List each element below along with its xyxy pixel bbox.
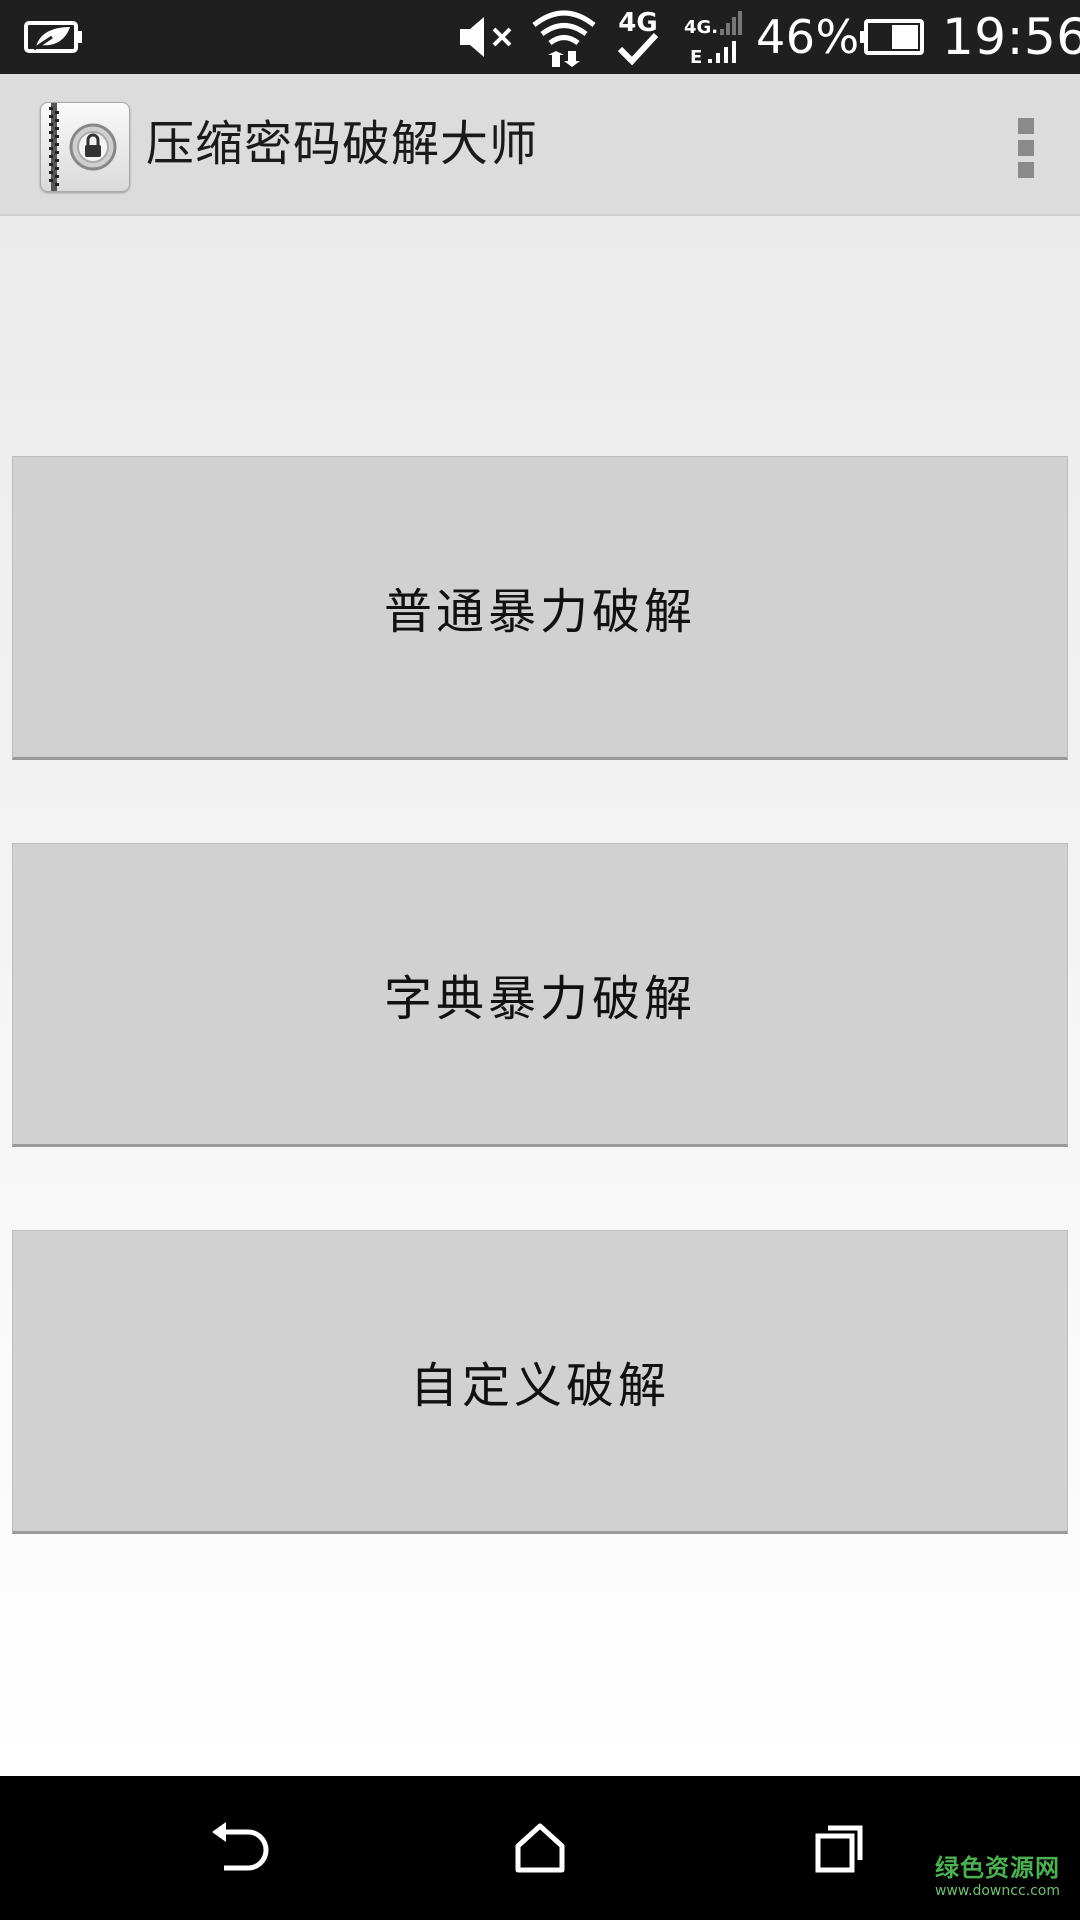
svg-text:4G: 4G — [618, 8, 657, 38]
4g-icon: 4G — [612, 0, 664, 74]
watermark: 绿色资源网 www.downcc.com — [935, 1856, 1060, 1898]
navigation-bar — [0, 1776, 1080, 1920]
svg-text:4G.: 4G. — [684, 17, 718, 38]
back-icon[interactable] — [200, 1808, 280, 1888]
signal-icon: 4G. E — [682, 0, 742, 74]
action-bar: 压缩密码破解大师 — [0, 74, 1080, 216]
screen: 4G 4G. E 46% 19:56 压缩密码破解大师 普通暴力破解 字典暴力破… — [0, 0, 1080, 1920]
svg-text:E: E — [690, 47, 702, 67]
battery-saver-icon — [22, 0, 86, 74]
dictionary-brute-force-button[interactable]: 字典暴力破解 — [12, 843, 1068, 1147]
status-bar: 4G 4G. E 46% 19:56 — [0, 0, 1080, 74]
normal-brute-force-button[interactable]: 普通暴力破解 — [12, 456, 1068, 760]
home-icon[interactable] — [500, 1808, 580, 1888]
overflow-menu-icon[interactable] — [1018, 118, 1034, 178]
watermark-text: 绿色资源网 — [935, 1854, 1060, 1882]
custom-crack-button[interactable]: 自定义破解 — [12, 1230, 1068, 1534]
clock-time: 19:56 — [942, 8, 1080, 66]
battery-percent: 46% — [756, 10, 860, 64]
recents-icon[interactable] — [800, 1808, 880, 1888]
watermark-url: www.downcc.com — [934, 1883, 1060, 1899]
battery-icon — [858, 0, 926, 74]
app-title: 压缩密码破解大师 — [146, 116, 539, 172]
wifi-icon — [530, 0, 598, 74]
mute-icon — [456, 0, 520, 74]
main-content: 普通暴力破解 字典暴力破解 自定义破解 — [0, 216, 1080, 1776]
zip-lock-app-icon[interactable] — [40, 102, 130, 192]
